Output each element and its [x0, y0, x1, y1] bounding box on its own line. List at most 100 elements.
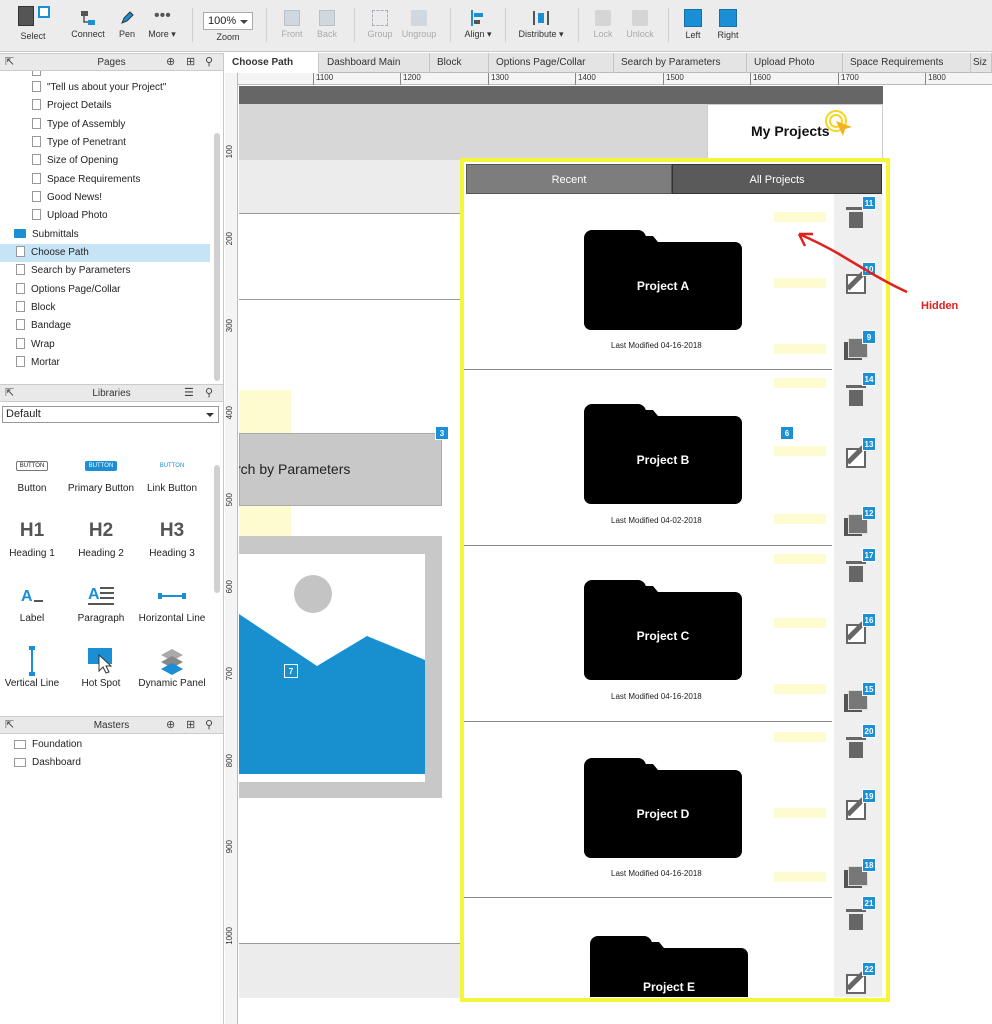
- search-icon[interactable]: ⚲: [205, 385, 213, 402]
- trash-icon[interactable]: [846, 384, 866, 406]
- search-icon[interactable]: ⚲: [205, 54, 213, 71]
- widget-badge: 12: [862, 506, 876, 520]
- pen-icon: [121, 11, 134, 24]
- page-item[interactable]: Space Requirements: [32, 171, 140, 189]
- widget-heading-2[interactable]: H2 Heading 2: [66, 514, 136, 559]
- widget-button[interactable]: BUTTON Button: [0, 449, 67, 494]
- unlock-button[interactable]: Unlock: [622, 0, 658, 50]
- page-item[interactable]: "Tell us about your Project": [32, 79, 166, 97]
- page-item[interactable]: Bandage: [16, 317, 71, 335]
- widget-heading-3[interactable]: H3 Heading 3: [137, 514, 207, 559]
- page-item[interactable]: Mortar: [16, 354, 60, 372]
- search-by-parameters-button[interactable]: rch by Parameters: [239, 433, 442, 506]
- image-placeholder-frame[interactable]: 7: [239, 536, 442, 798]
- page-item[interactable]: Good News!: [32, 189, 102, 207]
- project-row[interactable]: Project D Last Modified 04-16-2018: [464, 722, 832, 898]
- tab-all-projects[interactable]: All Projects: [672, 164, 882, 194]
- tab-block[interactable]: Block: [430, 53, 489, 73]
- group-button[interactable]: Group: [362, 0, 398, 50]
- tab-options-page-collar[interactable]: Options Page/Collar: [489, 53, 614, 73]
- lock-button[interactable]: Lock: [588, 0, 618, 50]
- tab-dashboard-main[interactable]: Dashboard Main: [320, 53, 430, 73]
- add-page-icon[interactable]: ⊕: [166, 54, 175, 71]
- project-folder[interactable]: Project A: [584, 230, 744, 334]
- page-item[interactable]: Size of Opening: [32, 152, 118, 170]
- page-item[interactable]: Options Page/Collar: [16, 281, 121, 299]
- widget-badge: 13: [862, 437, 876, 451]
- pages-title: Pages: [97, 57, 126, 68]
- pen-tool[interactable]: Pen: [112, 0, 142, 50]
- widget-vertical-line[interactable]: Vertical Line: [0, 644, 67, 689]
- page-item[interactable]: Upload Photo: [32, 207, 108, 225]
- page-item-choose-path[interactable]: Choose Path: [0, 244, 210, 262]
- trash-icon[interactable]: [846, 908, 866, 930]
- ungroup-button[interactable]: Ungroup: [398, 0, 440, 50]
- widget-paragraph[interactable]: A Paragraph: [66, 579, 136, 624]
- front-button[interactable]: Front: [276, 0, 308, 50]
- right-pane-toggle[interactable]: Right: [713, 0, 743, 50]
- more-menu[interactable]: ••• More ▾: [145, 0, 179, 50]
- ruler-tick: 600: [225, 580, 234, 594]
- widget-horizontal-line[interactable]: Horizontal Line: [137, 579, 207, 624]
- select-tool[interactable]: Select: [6, 0, 60, 50]
- tab-search-by-parameters[interactable]: Search by Parameters: [614, 53, 747, 73]
- tab-recent[interactable]: Recent: [466, 164, 672, 194]
- ungroup-label: Ungroup: [401, 29, 437, 39]
- tab-choose-path[interactable]: Choose Path: [225, 53, 319, 73]
- project-folder[interactable]: Project C: [584, 580, 744, 684]
- project-folder[interactable]: Project E: [590, 936, 750, 997]
- widget-hot-spot[interactable]: Hot Spot: [66, 644, 136, 689]
- trash-icon[interactable]: [846, 560, 866, 582]
- widget-primary-button[interactable]: BUTTON Primary Button: [66, 449, 136, 494]
- my-projects-box[interactable]: My Projects: [707, 104, 883, 160]
- edit-icon[interactable]: [846, 800, 866, 820]
- libraries-scrollbar[interactable]: [214, 465, 220, 593]
- project-row[interactable]: Project C Last Modified 04-16-2018: [464, 546, 832, 722]
- hint-bar: [774, 554, 826, 564]
- page-item[interactable]: Type of Assembly: [32, 116, 125, 134]
- bring-front-icon: [284, 10, 300, 26]
- folder-item-submittals[interactable]: Submittals: [14, 226, 79, 244]
- menu-icon[interactable]: ☰: [184, 385, 194, 402]
- trash-icon[interactable]: [846, 736, 866, 758]
- page-item[interactable]: Block: [16, 299, 55, 317]
- pages-scrollbar[interactable]: [214, 133, 220, 381]
- align-menu[interactable]: Align ▾: [458, 0, 498, 50]
- project-name: Project C: [584, 592, 742, 680]
- add-master-icon[interactable]: ⊕: [166, 717, 175, 734]
- master-item[interactable]: Foundation: [14, 736, 82, 754]
- project-row[interactable]: Project B Last Modified 04-02-2018: [464, 370, 832, 546]
- distribute-menu[interactable]: Distribute ▾: [514, 0, 568, 50]
- project-row[interactable]: Project A Last Modified 04-16-2018: [464, 194, 832, 370]
- left-pane-toggle[interactable]: Left: [678, 0, 708, 50]
- edit-icon[interactable]: [846, 974, 866, 994]
- page-item[interactable]: Search by Parameters: [16, 262, 131, 280]
- project-row[interactable]: Project E: [464, 898, 832, 997]
- back-button[interactable]: Back: [311, 0, 343, 50]
- connect-tool[interactable]: Connect: [66, 0, 110, 50]
- add-folder-icon[interactable]: ⊞: [186, 54, 195, 71]
- search-icon[interactable]: ⚲: [205, 717, 213, 734]
- tab-overflow[interactable]: Siz: [971, 53, 992, 73]
- widget-label[interactable]: A Label: [0, 579, 67, 624]
- design-canvas[interactable]: My Projects rch by Parameters 3 7 Recent…: [239, 86, 992, 1024]
- page-icon: [16, 319, 25, 330]
- tab-upload-photo[interactable]: Upload Photo: [747, 53, 843, 73]
- library-select[interactable]: Default: [2, 406, 219, 423]
- widget-dynamic-panel[interactable]: Dynamic Panel: [137, 644, 207, 689]
- tab-space-requirements[interactable]: Space Requirements: [843, 53, 971, 73]
- project-folder[interactable]: Project D: [584, 758, 744, 862]
- edit-icon[interactable]: [846, 624, 866, 644]
- widget-link-button[interactable]: BUTTON Link Button: [137, 449, 207, 494]
- add-folder-icon[interactable]: ⊞: [186, 717, 195, 734]
- edit-icon[interactable]: [846, 448, 866, 468]
- page-item[interactable]: Wrap: [16, 336, 55, 354]
- page-icon: [16, 301, 25, 312]
- hint-bar: [774, 514, 826, 524]
- widget-heading-1[interactable]: H1 Heading 1: [0, 514, 67, 559]
- page-icon: [16, 264, 25, 275]
- project-folder[interactable]: Project B: [584, 404, 744, 508]
- master-item[interactable]: Dashboard: [14, 754, 81, 772]
- page-item[interactable]: Type of Penetrant: [32, 134, 126, 152]
- page-item[interactable]: Project Details: [32, 97, 111, 115]
